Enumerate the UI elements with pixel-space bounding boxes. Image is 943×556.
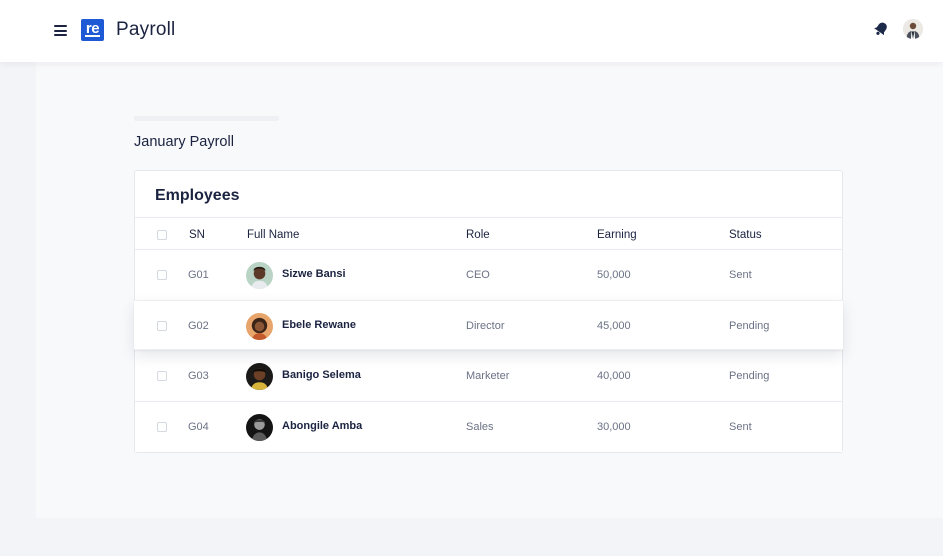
cell-sn: G04: [188, 421, 209, 433]
avatar: [246, 363, 273, 390]
column-header-full-name[interactable]: Full Name: [247, 229, 299, 241]
cell-earning: 30,000: [597, 421, 631, 433]
column-header-sn[interactable]: SN: [189, 229, 205, 241]
cell-sn: G01: [188, 269, 209, 281]
card-title: Employees: [155, 187, 240, 204]
column-header-earning[interactable]: Earning: [597, 229, 637, 241]
table-row[interactable]: G04 Abongile Amba Sales 30,000 Sent: [135, 402, 842, 452]
cell-full-name: Abongile Amba: [282, 420, 363, 432]
cell-full-name: Ebele Rewane: [282, 319, 356, 331]
column-header-status[interactable]: Status: [729, 229, 762, 241]
cell-status: Pending: [729, 320, 770, 332]
user-avatar[interactable]: [903, 19, 923, 39]
cell-status: Sent: [729, 421, 752, 433]
row-checkbox[interactable]: [157, 371, 167, 381]
divider: [135, 217, 842, 218]
cell-full-name: Sizwe Bansi: [282, 268, 346, 280]
cell-status: Sent: [729, 269, 752, 281]
row-checkbox[interactable]: [157, 422, 167, 432]
top-bar: re Payroll: [0, 0, 943, 62]
cell-status: Pending: [729, 370, 770, 382]
cell-role: Marketer: [466, 370, 510, 382]
cell-role: Sales: [466, 421, 494, 433]
avatar: [246, 414, 273, 441]
table-row[interactable]: G02 Ebele Rewane Director 45,000 Pending: [134, 300, 843, 350]
table-row[interactable]: G01 Sizwe Bansi CEO 50,000 Sent: [135, 250, 842, 300]
avatar: [246, 313, 273, 340]
table-row[interactable]: G03 Banigo Selema Marketer 40,000 Pendin…: [135, 351, 842, 401]
menu-icon[interactable]: [54, 25, 67, 36]
side-gutter: [0, 62, 36, 518]
avatar: [246, 262, 273, 289]
cell-earning: 50,000: [597, 269, 631, 281]
cell-earning: 40,000: [597, 370, 631, 382]
cell-role: CEO: [466, 269, 490, 281]
brand-logo[interactable]: re: [81, 19, 104, 41]
employees-card: Employees SN Full Name Role Earning Stat…: [134, 170, 843, 453]
row-checkbox[interactable]: [157, 270, 167, 280]
page-title: January Payroll: [134, 134, 234, 150]
cell-sn: G02: [188, 320, 209, 332]
row-checkbox[interactable]: [157, 321, 167, 331]
breadcrumb-placeholder: [134, 116, 279, 121]
cell-full-name: Banigo Selema: [282, 369, 361, 381]
column-header-role[interactable]: Role: [466, 229, 490, 241]
cell-sn: G03: [188, 370, 209, 382]
cell-earning: 45,000: [597, 320, 631, 332]
cell-role: Director: [466, 320, 505, 332]
app-window: re Payroll January Payroll Employees SN …: [0, 0, 943, 518]
bell-icon[interactable]: [872, 20, 890, 38]
select-all-checkbox[interactable]: [157, 230, 167, 240]
app-title: Payroll: [116, 19, 176, 40]
